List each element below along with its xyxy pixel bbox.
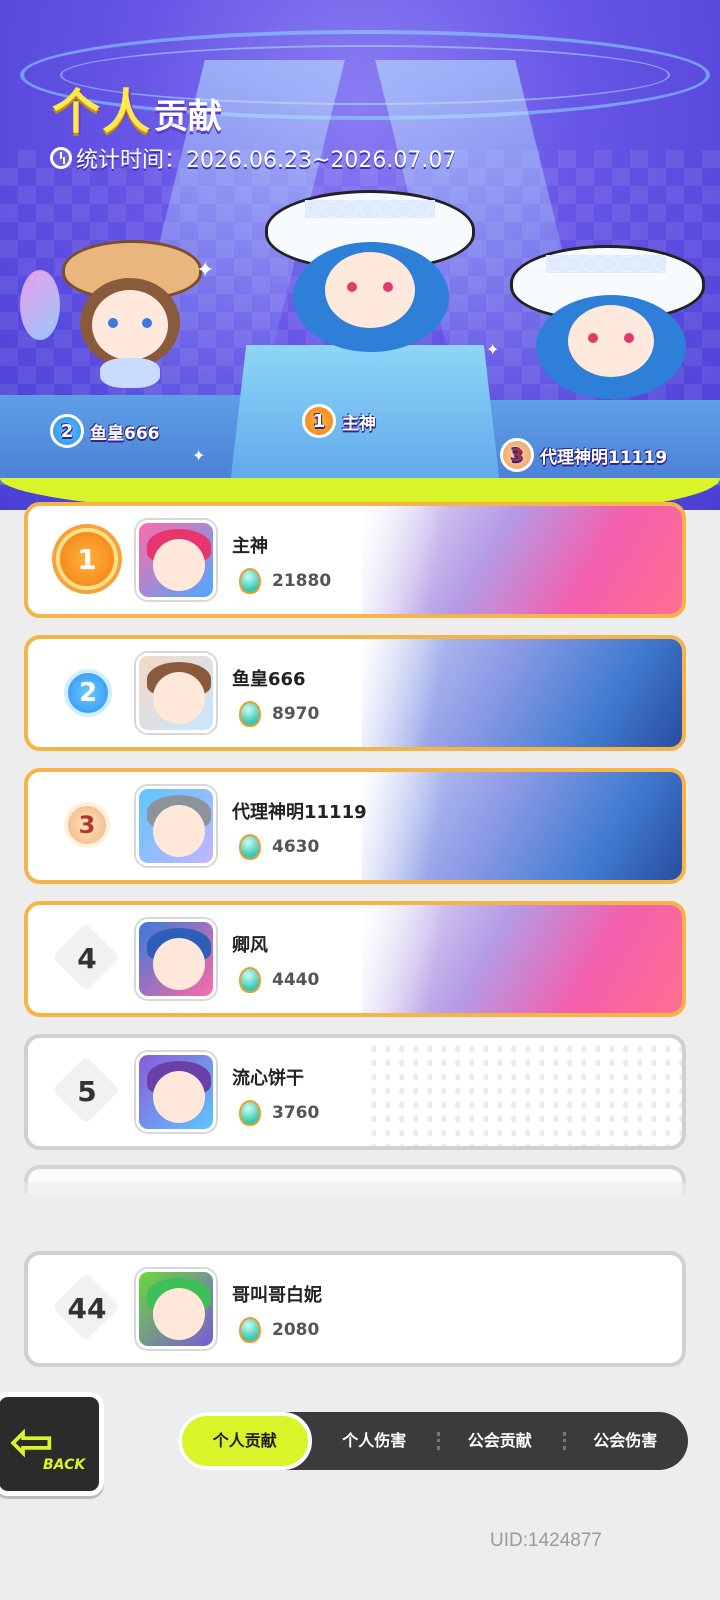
contribution-gem-icon bbox=[236, 832, 264, 862]
eye-icon bbox=[588, 333, 598, 343]
wing-icon bbox=[20, 270, 60, 340]
rank-badge-plain: 44 bbox=[56, 1277, 118, 1339]
avatar[interactable] bbox=[136, 1052, 216, 1132]
player-banner bbox=[362, 506, 682, 614]
podium-name: 主神 bbox=[342, 413, 376, 434]
page-title: 个人 贡献 bbox=[52, 72, 222, 142]
avatar[interactable] bbox=[136, 919, 216, 999]
pearl-decor bbox=[305, 200, 435, 218]
player-banner bbox=[362, 772, 682, 880]
character-face bbox=[568, 305, 654, 377]
score-value: 21880 bbox=[272, 571, 332, 591]
rank-badge-blue: 2 bbox=[64, 669, 112, 717]
tab-personal-contribution[interactable]: 个人贡献 bbox=[178, 1412, 312, 1470]
title-sub: 贡献 bbox=[154, 97, 223, 137]
player-banner bbox=[362, 905, 682, 1013]
player-name: 流心饼干 bbox=[232, 1068, 304, 1089]
sparkle-icon: ✦ bbox=[486, 340, 500, 359]
avatar[interactable] bbox=[136, 520, 216, 600]
character-face bbox=[92, 290, 168, 360]
back-label: BACK bbox=[43, 1457, 86, 1473]
tab-guild-contribution[interactable]: 公会贡献 bbox=[437, 1412, 563, 1470]
contribution-gem-icon bbox=[236, 1315, 264, 1345]
eye-icon bbox=[624, 333, 634, 343]
rank-badge: 2 bbox=[50, 414, 84, 448]
player-name: 鱼皇666 bbox=[232, 669, 306, 690]
podium-name: 鱼皇666 bbox=[90, 423, 160, 444]
contribution-score: 2080 bbox=[236, 1315, 319, 1345]
list-fade bbox=[0, 1182, 720, 1222]
contribution-score: 4630 bbox=[236, 832, 319, 862]
sparkle-icon: ✦ bbox=[196, 258, 215, 283]
uid-label: UID:1424877 bbox=[490, 1530, 602, 1551]
contribution-gem-icon bbox=[236, 699, 264, 729]
stat-period: 统计时间：2026.06.23~2026.07.07 bbox=[50, 142, 456, 174]
contribution-score: 8970 bbox=[236, 699, 319, 729]
rank-badge-gold: 1 bbox=[56, 528, 118, 590]
character-body bbox=[100, 358, 160, 388]
sparkle-icon: ✦ bbox=[192, 446, 206, 465]
avatar[interactable] bbox=[136, 786, 216, 866]
score-value: 4630 bbox=[272, 837, 320, 857]
player-name: 卿风 bbox=[232, 935, 268, 956]
podium-name: 代理神明11119 bbox=[540, 447, 668, 468]
contribution-score: 4440 bbox=[236, 965, 319, 995]
character-face bbox=[325, 252, 415, 328]
rank-row[interactable]: 1 主神 21880 bbox=[24, 502, 686, 618]
podium-character-third bbox=[510, 245, 710, 410]
back-button[interactable]: ⇦ BACK bbox=[0, 1392, 104, 1496]
eye-icon bbox=[347, 282, 357, 292]
player-name: 主神 bbox=[232, 536, 268, 557]
contribution-gem-icon bbox=[236, 965, 264, 995]
title-main: 个人 bbox=[52, 84, 153, 140]
rank-badge: 1 bbox=[302, 404, 336, 438]
tab-personal-damage[interactable]: 个人伤害 bbox=[312, 1412, 438, 1470]
rank-badge-bronze: 3 bbox=[64, 802, 110, 848]
stat-period-text: 统计时间：2026.06.23~2026.07.07 bbox=[76, 148, 457, 173]
player-banner bbox=[362, 639, 682, 747]
rank-row[interactable]: 2 鱼皇666 8970 bbox=[24, 635, 686, 751]
rank-badge-plain: 5 bbox=[56, 1060, 118, 1122]
podium-label-third: 3 代理神明11119 bbox=[500, 438, 667, 472]
pearl-decor bbox=[546, 255, 666, 273]
rank-row[interactable]: 5 流心饼干 3760 bbox=[24, 1034, 686, 1150]
contribution-gem-icon bbox=[236, 1098, 264, 1128]
contribution-gem-icon bbox=[236, 566, 264, 596]
header-banner: 个人 贡献 统计时间：2026.06.23~2026.07.07 ✦ ✦ ✦ 2… bbox=[0, 0, 720, 510]
player-name: 代理神明11119 bbox=[232, 802, 367, 823]
podium-character-second bbox=[20, 240, 210, 390]
score-value: 2080 bbox=[272, 1320, 320, 1340]
eye-icon bbox=[142, 318, 152, 328]
eye-icon bbox=[383, 282, 393, 292]
podium-label-first: 1 主神 bbox=[302, 404, 376, 438]
tab-bar: 个人贡献 个人伤害 公会贡献 公会伤害 bbox=[178, 1412, 688, 1470]
podium-character-first bbox=[265, 190, 475, 360]
score-value: 8970 bbox=[272, 704, 320, 724]
tab-guild-damage[interactable]: 公会伤害 bbox=[562, 1412, 689, 1470]
contribution-score: 21880 bbox=[236, 566, 331, 596]
eye-icon bbox=[108, 318, 118, 328]
my-rank-row[interactable]: 44 哥叫哥白妮 2080 bbox=[24, 1251, 686, 1367]
player-banner bbox=[362, 1038, 682, 1146]
score-value: 3760 bbox=[272, 1103, 320, 1123]
rank-row[interactable]: 4 卿风 4440 bbox=[24, 901, 686, 1017]
avatar[interactable] bbox=[136, 653, 216, 733]
avatar[interactable] bbox=[136, 1269, 216, 1349]
rank-row[interactable]: 3 代理神明11119 4630 bbox=[24, 768, 686, 884]
rank-badge-plain: 4 bbox=[56, 927, 118, 989]
score-value: 4440 bbox=[272, 970, 320, 990]
clock-icon bbox=[50, 147, 72, 169]
podium-label-second: 2 鱼皇666 bbox=[50, 414, 160, 448]
player-name: 哥叫哥白妮 bbox=[232, 1285, 322, 1306]
contribution-score: 3760 bbox=[236, 1098, 319, 1128]
rank-badge: 3 bbox=[500, 438, 534, 472]
